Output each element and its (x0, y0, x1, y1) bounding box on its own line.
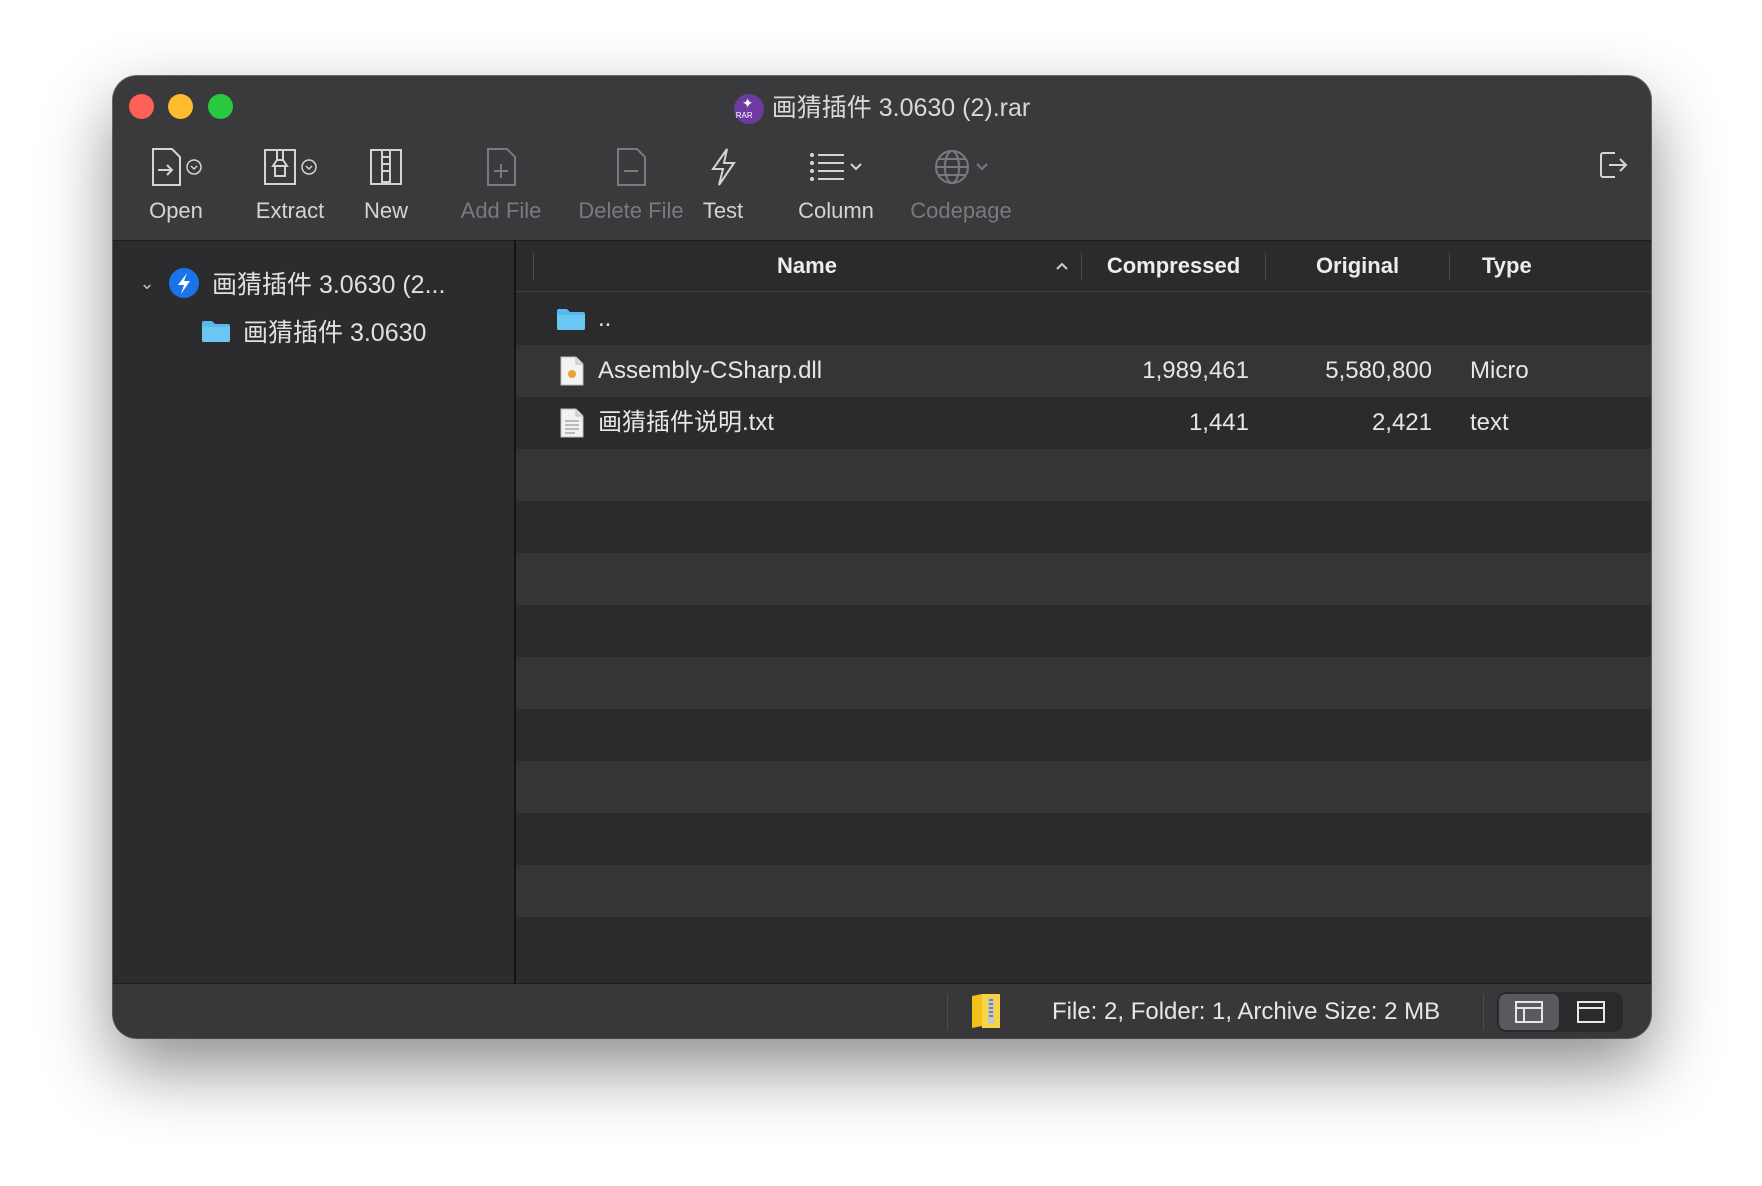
open-label: Open (149, 198, 203, 223)
archive-book-icon (972, 994, 1000, 1028)
status-bar: File: 2, Folder: 1, Archive Size: 2 MB (113, 983, 1651, 1038)
empty-row (516, 813, 1651, 865)
list-icon (810, 153, 844, 181)
lightning-icon (711, 148, 736, 186)
chevron-down-icon (186, 159, 202, 175)
compressed-size: 1,441 (1188, 409, 1249, 436)
file-name: Assembly-CSharp.dll (598, 357, 823, 384)
column-header-label: Original (1315, 253, 1400, 278)
chevron-down-icon (976, 163, 988, 171)
column-label: Column (798, 198, 874, 223)
status-separator (1483, 994, 1484, 1030)
file-list: Name Compressed Original Type .. Assembl… (516, 241, 1651, 983)
original-size: 5,580,800 (1325, 357, 1432, 384)
empty-row (516, 761, 1651, 813)
sidebar-item-folder[interactable]: 画猜插件 3.0630 (201, 311, 426, 351)
codepage-label: Codepage (910, 198, 1012, 223)
empty-row (516, 449, 1651, 501)
single-view-icon (1577, 1001, 1605, 1023)
empty-row (516, 709, 1651, 761)
extract-label: Extract (255, 198, 325, 223)
split-view-icon (1515, 1001, 1543, 1023)
sidebar-item-label: 画猜插件 3.0630 (243, 319, 427, 347)
empty-row (516, 501, 1651, 553)
status-text: File: 2, Folder: 1, Archive Size: 2 MB (1052, 998, 1441, 1025)
new-label: New (363, 198, 408, 223)
view-mode-toggle (1497, 992, 1623, 1032)
delete-file-icon (617, 148, 646, 186)
single-view-button[interactable] (1561, 994, 1621, 1030)
add-file-button[interactable]: Add File (446, 142, 556, 232)
column-button[interactable]: Column (791, 142, 881, 232)
test-button[interactable]: Test (688, 142, 758, 232)
table-row[interactable]: .. (516, 293, 1651, 345)
empty-row (516, 553, 1651, 605)
column-header-type[interactable]: Type (1482, 241, 1651, 291)
column-header-compressed[interactable]: Compressed (1082, 241, 1265, 291)
column-header-label: Name (777, 253, 837, 278)
rar-app-icon (733, 94, 764, 125)
text-file-icon (560, 408, 584, 438)
file-type: text (1470, 409, 1509, 436)
file-name: 画猜插件说明.txt (598, 409, 775, 436)
file-type: Micro (1470, 357, 1529, 384)
add-file-icon (487, 148, 516, 186)
status-separator (947, 994, 948, 1030)
open-button[interactable]: Open (131, 142, 221, 232)
exit-icon (1600, 152, 1628, 178)
rar-archive-icon (169, 268, 199, 298)
dll-file-icon (560, 356, 584, 386)
new-archive-icon (370, 149, 402, 185)
extract-button[interactable]: Extract (235, 142, 345, 232)
sort-ascending-icon (1056, 262, 1068, 270)
table-header: Name Compressed Original Type (516, 241, 1651, 292)
empty-row (516, 657, 1651, 709)
original-size: 2,421 (1371, 409, 1432, 436)
compressed-size: 1,989,461 (1142, 357, 1249, 384)
window-title-text: 画猜插件 3.0630 (2).rar (771, 94, 1031, 122)
column-separator (1449, 253, 1450, 281)
column-header-original[interactable]: Original (1266, 241, 1449, 291)
folder-icon (202, 321, 230, 342)
sidebar-tree: ⌄ 画猜插件 3.0630 (2... 画猜插件 3.0630 (113, 241, 516, 983)
table-row[interactable]: 画猜插件说明.txt 1,441 2,421 text (516, 397, 1651, 449)
titlebar-toolbar: 画猜插件 3.0630 (2).rar Open Extract New (113, 76, 1651, 241)
file-name: .. (598, 305, 612, 332)
folder-icon (557, 309, 585, 330)
sidebar-item-archive[interactable]: ⌄ 画猜插件 3.0630 (2... (136, 263, 445, 303)
add-file-label: Add File (460, 198, 542, 223)
archive-window: 画猜插件 3.0630 (2).rar Open Extract New (113, 76, 1651, 1038)
split-view-button[interactable] (1499, 994, 1559, 1030)
chevron-down-icon (850, 163, 862, 171)
new-archive-button[interactable]: New (351, 142, 421, 232)
delete-file-button[interactable]: Delete File (566, 142, 696, 232)
codepage-button[interactable]: Codepage (906, 142, 1016, 232)
globe-icon (935, 150, 969, 184)
empty-row (516, 917, 1651, 969)
extract-icon (264, 149, 296, 185)
delete-file-label: Delete File (578, 198, 684, 223)
test-label: Test (702, 198, 744, 223)
column-header-label: Compressed (1106, 253, 1241, 278)
column-header-name[interactable]: Name (533, 241, 1081, 291)
empty-row (516, 865, 1651, 917)
chevron-down-icon (301, 159, 317, 175)
window-title: 画猜插件 3.0630 (2).rar (113, 88, 1651, 125)
table-row[interactable]: Assembly-CSharp.dll 1,989,461 5,580,800 … (516, 345, 1651, 397)
chevron-down-icon[interactable]: ⌄ (136, 273, 158, 294)
exit-button[interactable] (1593, 140, 1633, 230)
open-icon (152, 148, 181, 186)
empty-row (516, 605, 1651, 657)
sidebar-item-label: 画猜插件 3.0630 (2... (212, 271, 446, 299)
column-header-label: Type (1482, 253, 1532, 278)
